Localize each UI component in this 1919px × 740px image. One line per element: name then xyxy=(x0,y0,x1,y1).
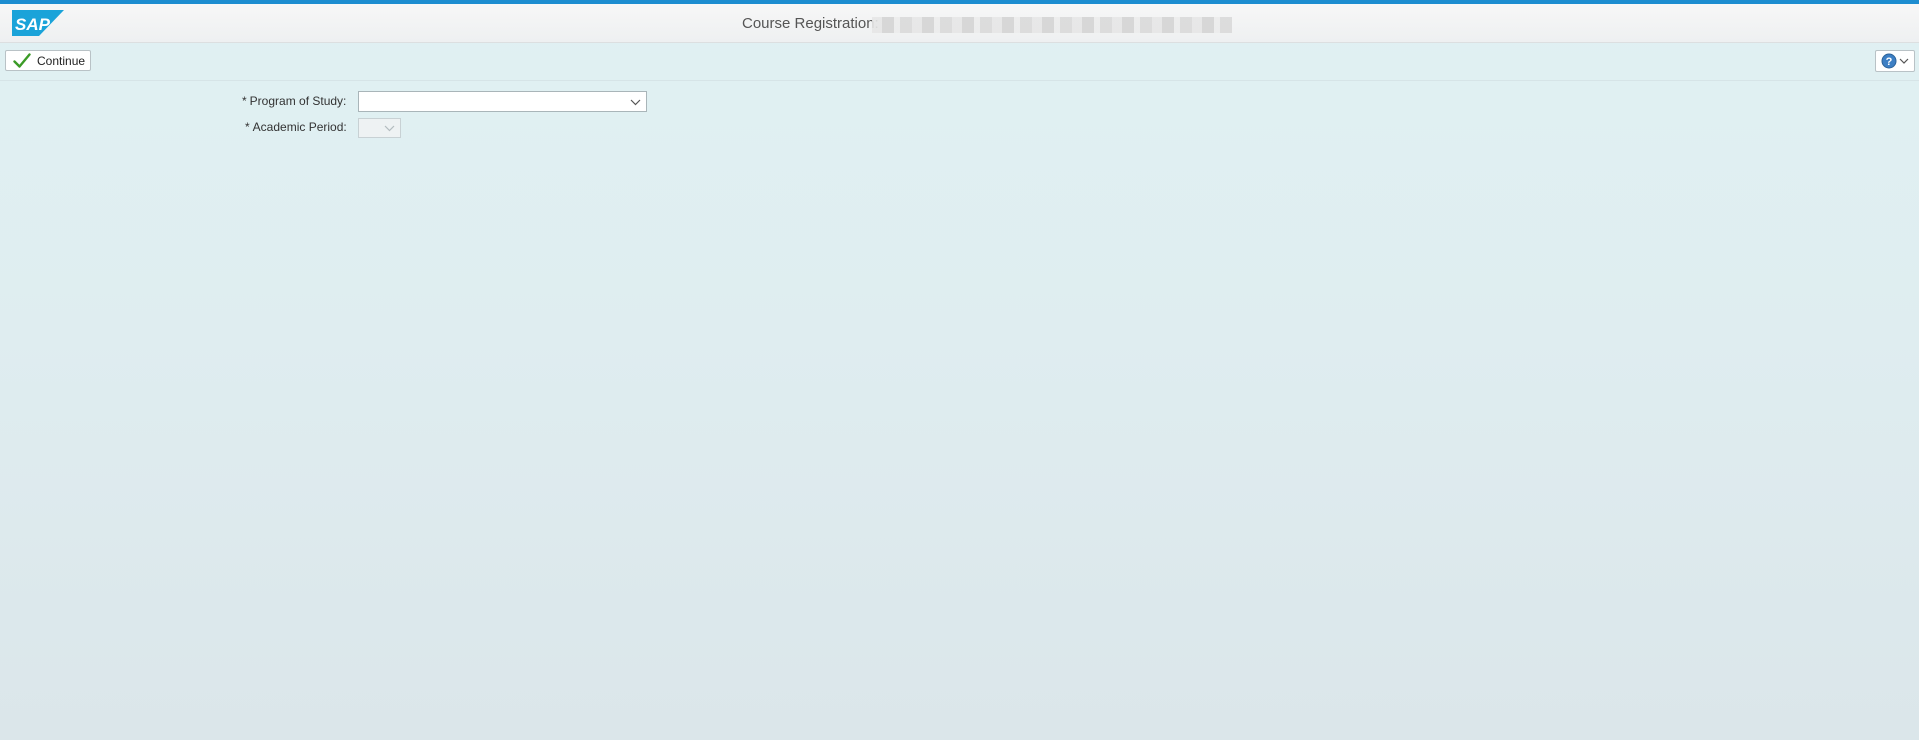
redacted-title-suffix xyxy=(872,17,1232,33)
required-marker: * xyxy=(242,94,247,108)
help-icon: ? xyxy=(1881,53,1897,69)
page-title: Course Registration: xyxy=(742,15,879,32)
academic-period-label-text: Academic Period: xyxy=(252,120,347,134)
svg-text:?: ? xyxy=(1886,56,1893,68)
chevron-down-icon xyxy=(384,125,395,132)
academic-period-select[interactable] xyxy=(358,118,401,138)
continue-button-label: Continue xyxy=(37,53,86,68)
toolbar: Continue ? xyxy=(0,43,1919,81)
chevron-down-icon xyxy=(1899,58,1909,64)
academic-period-label: * Academic Period: xyxy=(245,120,347,134)
required-marker: * xyxy=(245,120,250,134)
sap-logo: SAP xyxy=(12,10,64,36)
program-of-study-label: * Program of Study: xyxy=(242,94,346,108)
continue-button[interactable]: Continue xyxy=(5,50,91,71)
checkmark-icon xyxy=(13,52,31,68)
header-bar: SAP Course Registration: xyxy=(0,4,1919,43)
program-of-study-label-text: Program of Study: xyxy=(249,94,347,108)
program-of-study-select[interactable] xyxy=(358,91,647,112)
chevron-down-icon xyxy=(630,99,641,105)
help-menu-button[interactable]: ? xyxy=(1875,50,1915,72)
svg-text:SAP: SAP xyxy=(15,15,51,34)
